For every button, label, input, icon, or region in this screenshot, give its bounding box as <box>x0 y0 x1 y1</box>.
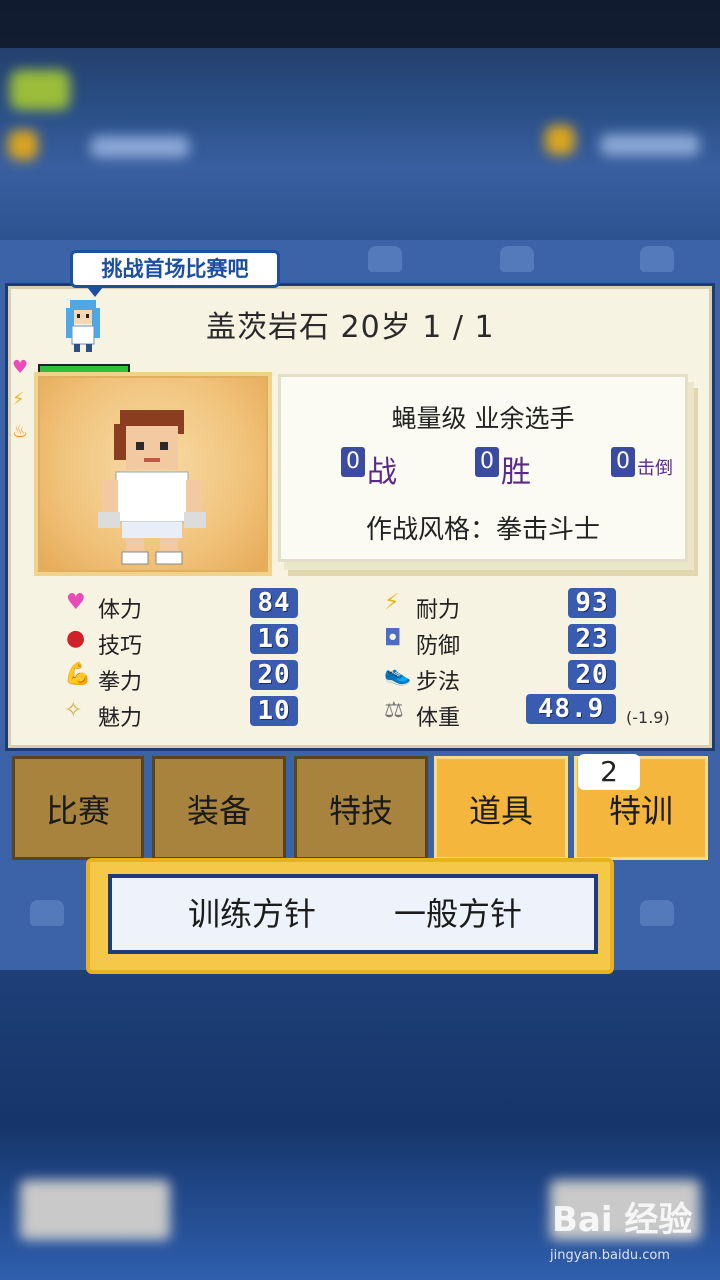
armor-icon: ◘ <box>384 626 402 651</box>
boxing-glove-icon: ● <box>66 626 86 651</box>
glove-pattern-icon <box>30 900 64 926</box>
stat-footwork-value: 20 <box>568 660 616 690</box>
baidu-watermark-logo: Bai 经验 <box>552 1200 693 1240</box>
stat-stamina-label: 体力 <box>98 598 143 623</box>
weight-class-rank: 蝇量级 业余选手 <box>391 404 575 433</box>
boxer-portrait <box>34 372 272 576</box>
training-policy-value: 一般方针 <box>394 895 523 933</box>
weight-scale-icon: ⚖ <box>384 698 404 723</box>
blurred-text <box>600 134 700 156</box>
boxer-info-panel: 蝇量级 业余选手 0战 0胜 0 击倒 作战风格：拳击斗士 <box>278 374 688 562</box>
fighting-style: 作战风格：拳击斗士 <box>365 515 600 545</box>
lightning-icon: ⚡ <box>12 389 25 410</box>
stat-charm-value: 10 <box>250 696 298 726</box>
stat-technique-value: 16 <box>250 624 298 654</box>
blurred-button <box>20 1180 170 1240</box>
coach-avatar <box>66 300 100 352</box>
wins-record: 0胜 <box>475 447 531 491</box>
blurred-icon <box>10 70 70 110</box>
shoe-icon: 👟 <box>384 662 412 687</box>
stat-defense-label: 防御 <box>416 634 461 659</box>
fights-record: 0战 <box>341 447 397 491</box>
stat-footwork-label: 步法 <box>416 670 461 695</box>
blurred-icon <box>545 125 575 155</box>
stat-charm-label: 魅力 <box>98 706 143 731</box>
stat-weight-value: 48.9 <box>526 694 616 724</box>
training-count-badge: 2 <box>578 754 640 790</box>
stat-weight-label: 体重 <box>416 706 461 731</box>
stat-defense-value: 23 <box>568 624 616 654</box>
training-policy-label: 训练方针 <box>188 895 317 933</box>
tab-special-skill[interactable]: 特技 <box>294 756 428 860</box>
status-bar <box>0 0 720 48</box>
ko-record: 0 击倒 <box>611 447 673 482</box>
flame-icon: ♨ <box>12 421 29 442</box>
blurred-background-top <box>0 0 720 240</box>
tab-equipment[interactable]: 装备 <box>152 756 286 860</box>
stat-endurance-value: 93 <box>568 588 616 618</box>
boxer-sprite <box>98 410 206 565</box>
blurred-icon <box>8 130 38 160</box>
glove-pattern-icon <box>500 246 534 272</box>
stat-power-label: 拳力 <box>98 670 143 695</box>
training-policy-button[interactable]: 训练方针 一般方针 <box>108 874 598 954</box>
tab-match[interactable]: 比赛 <box>12 756 144 860</box>
stat-weight-delta: (-1.9) <box>626 708 670 727</box>
muscle-arm-icon: 💪 <box>64 662 92 687</box>
heart-icon: ♥ <box>66 590 86 615</box>
stat-endurance-label: 耐力 <box>416 598 461 623</box>
tab-items[interactable]: 道具 <box>434 756 568 860</box>
stat-power-value: 20 <box>250 660 298 690</box>
stat-technique-label: 技巧 <box>98 634 143 659</box>
glove-pattern-icon <box>640 900 674 926</box>
blurred-text <box>90 136 190 158</box>
lightning-icon: ⚡ <box>384 590 400 615</box>
glove-pattern-icon <box>640 246 674 272</box>
sparkle-icon: ✧ <box>64 698 83 723</box>
glove-pattern-icon <box>368 246 402 272</box>
stat-stamina-value: 84 <box>250 588 298 618</box>
boxer-name-age-title: 盖茨岩石 20岁 1 / 1 <box>206 310 495 345</box>
coach-speech-bubble: 挑战首场比赛吧 <box>70 250 280 297</box>
baidu-watermark-url: jingyan.baidu.com <box>550 1248 670 1263</box>
heart-icon: ♥ <box>12 357 29 378</box>
